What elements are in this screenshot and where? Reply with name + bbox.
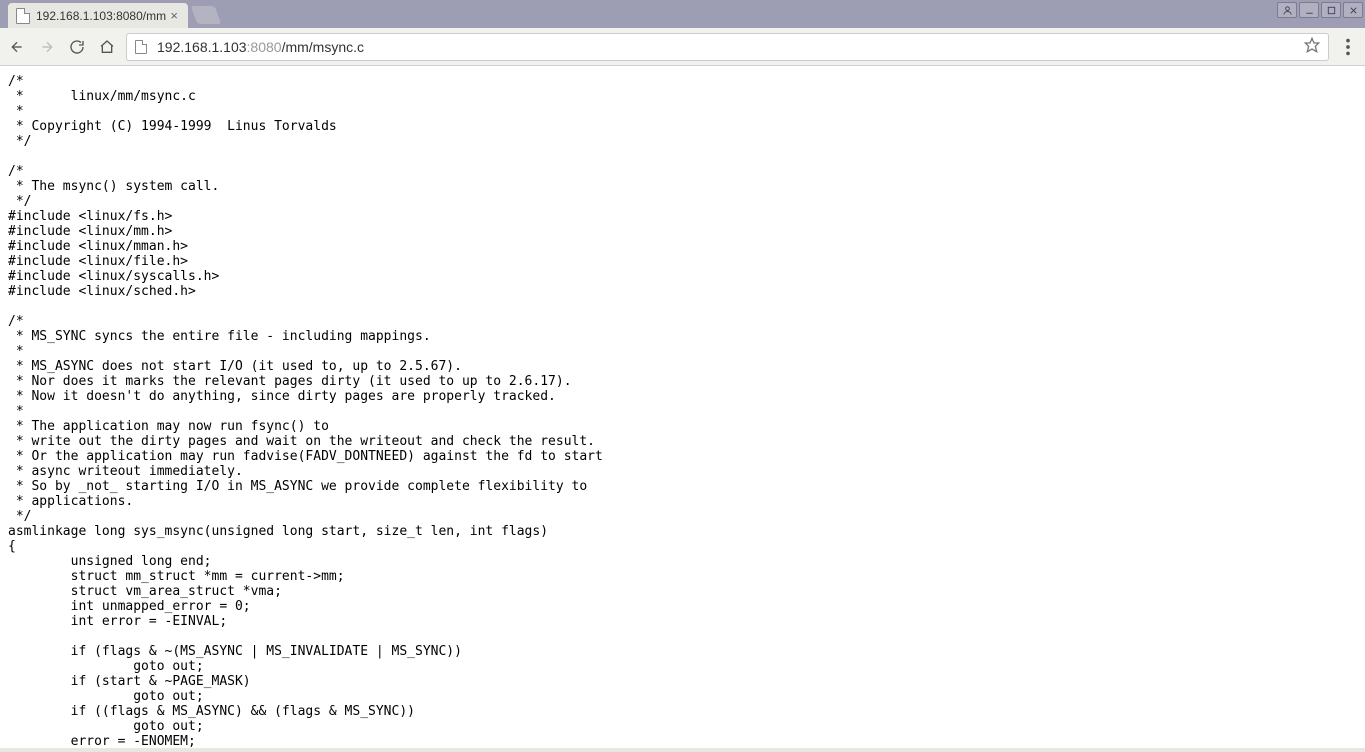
page-icon xyxy=(135,40,147,54)
maximize-button[interactable] xyxy=(1321,2,1341,18)
file-icon xyxy=(16,8,30,24)
forward-button[interactable] xyxy=(36,36,58,58)
close-window-button[interactable] xyxy=(1343,2,1363,18)
url-port: :8080 xyxy=(247,39,282,55)
browser-titlebar: 192.168.1.103:8080/mm × xyxy=(0,0,1365,28)
reload-button[interactable] xyxy=(66,36,88,58)
home-button[interactable] xyxy=(96,36,118,58)
status-strip xyxy=(0,748,1365,752)
browser-tab[interactable]: 192.168.1.103:8080/mm × xyxy=(8,3,188,28)
source-code: /* * linux/mm/msync.c * * Copyright (C) … xyxy=(0,66,1365,748)
url-host: 192.168.1.103 xyxy=(157,39,247,55)
new-tab-button[interactable] xyxy=(191,6,222,24)
chrome-menu-button[interactable] xyxy=(1337,36,1359,58)
url-path: /mm/msync.c xyxy=(282,39,364,55)
tab-title: 192.168.1.103:8080/mm xyxy=(36,9,166,23)
window-controls xyxy=(1277,2,1363,18)
browser-toolbar: 192.168.1.103 :8080 /mm/msync.c xyxy=(0,28,1365,66)
user-icon[interactable] xyxy=(1277,2,1297,18)
tab-close-icon[interactable]: × xyxy=(170,8,178,23)
address-bar[interactable]: 192.168.1.103 :8080 /mm/msync.c xyxy=(126,33,1329,61)
back-button[interactable] xyxy=(6,36,28,58)
minimize-button[interactable] xyxy=(1299,2,1319,18)
page-viewport[interactable]: /* * linux/mm/msync.c * * Copyright (C) … xyxy=(0,66,1365,748)
bookmark-star-icon[interactable] xyxy=(1304,37,1320,56)
